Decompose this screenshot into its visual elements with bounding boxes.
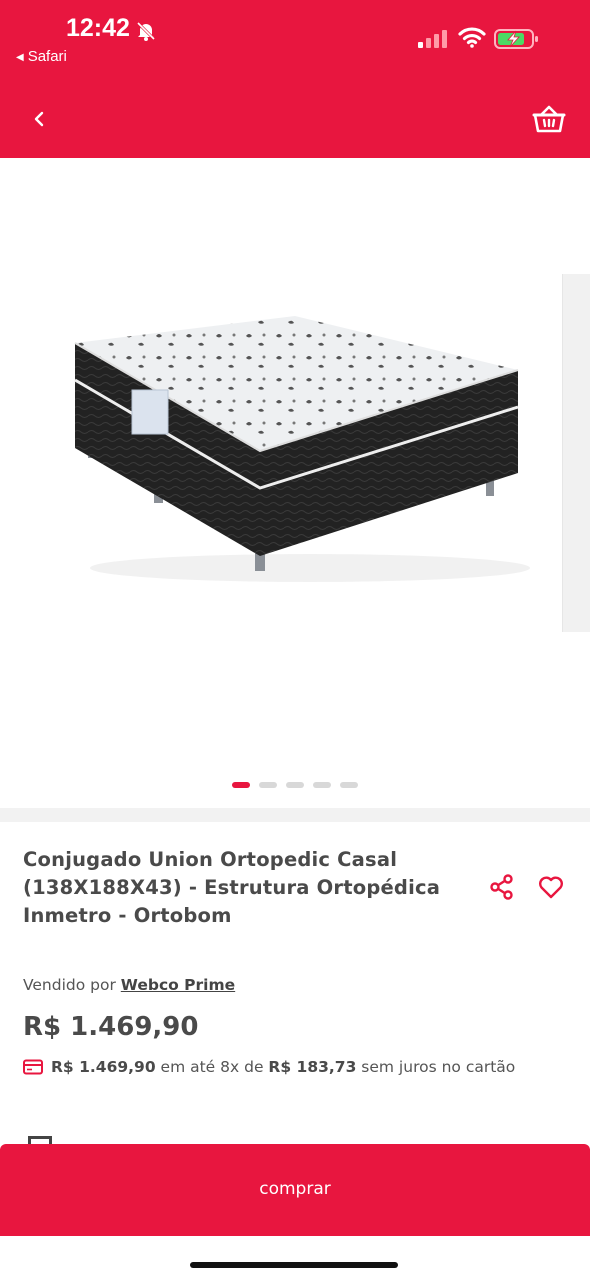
heart-icon[interactable] xyxy=(537,873,565,901)
app-header: 12:42 ◀ Safari xyxy=(0,0,590,158)
signal-icon xyxy=(418,30,447,48)
status-time: 12:42 xyxy=(66,14,130,42)
carousel-dot[interactable] xyxy=(313,782,331,788)
carousel-dot[interactable] xyxy=(286,782,304,788)
wifi-icon xyxy=(458,27,486,48)
next-slide-preview[interactable] xyxy=(562,274,590,632)
credit-card-icon xyxy=(23,1059,43,1075)
battery-charging-icon xyxy=(494,29,538,49)
home-indicator[interactable] xyxy=(190,1262,398,1268)
seller-info: Vendido por Webco Prime xyxy=(23,976,235,994)
chevron-left-icon[interactable] xyxy=(22,102,56,136)
installment-mid: em até 8x de xyxy=(160,1058,264,1076)
product-price: R$ 1.469,90 xyxy=(23,1012,199,1042)
installment-total: R$ 1.469,90 xyxy=(51,1058,156,1076)
share-icon[interactable] xyxy=(488,873,516,901)
installments-info: R$ 1.469,90 em até 8x de R$ 183,73 sem j… xyxy=(23,1058,515,1076)
back-app-label: Safari xyxy=(27,48,67,65)
section-divider xyxy=(0,808,590,822)
buy-button[interactable]: comprar xyxy=(0,1144,590,1236)
product-gallery[interactable] xyxy=(0,158,590,808)
carousel-dot[interactable] xyxy=(232,782,250,788)
seller-link[interactable]: Webco Prime xyxy=(121,976,235,994)
product-title: Conjugado Union Ortopedic Casal (138X188… xyxy=(23,848,441,927)
installment-value: R$ 183,73 xyxy=(268,1058,357,1076)
carousel-dots xyxy=(232,782,358,788)
bell-slash-icon xyxy=(136,21,156,41)
seller-prefix: Vendido por xyxy=(23,976,116,994)
carousel-dot[interactable] xyxy=(259,782,277,788)
installment-suffix: sem juros no cartão xyxy=(361,1058,516,1076)
product-image xyxy=(74,316,530,582)
back-to-safari[interactable]: ◀ Safari xyxy=(16,48,67,65)
carousel-dot[interactable] xyxy=(340,782,358,788)
basket-icon[interactable] xyxy=(530,100,568,138)
back-triangle-icon: ◀ xyxy=(16,52,24,63)
